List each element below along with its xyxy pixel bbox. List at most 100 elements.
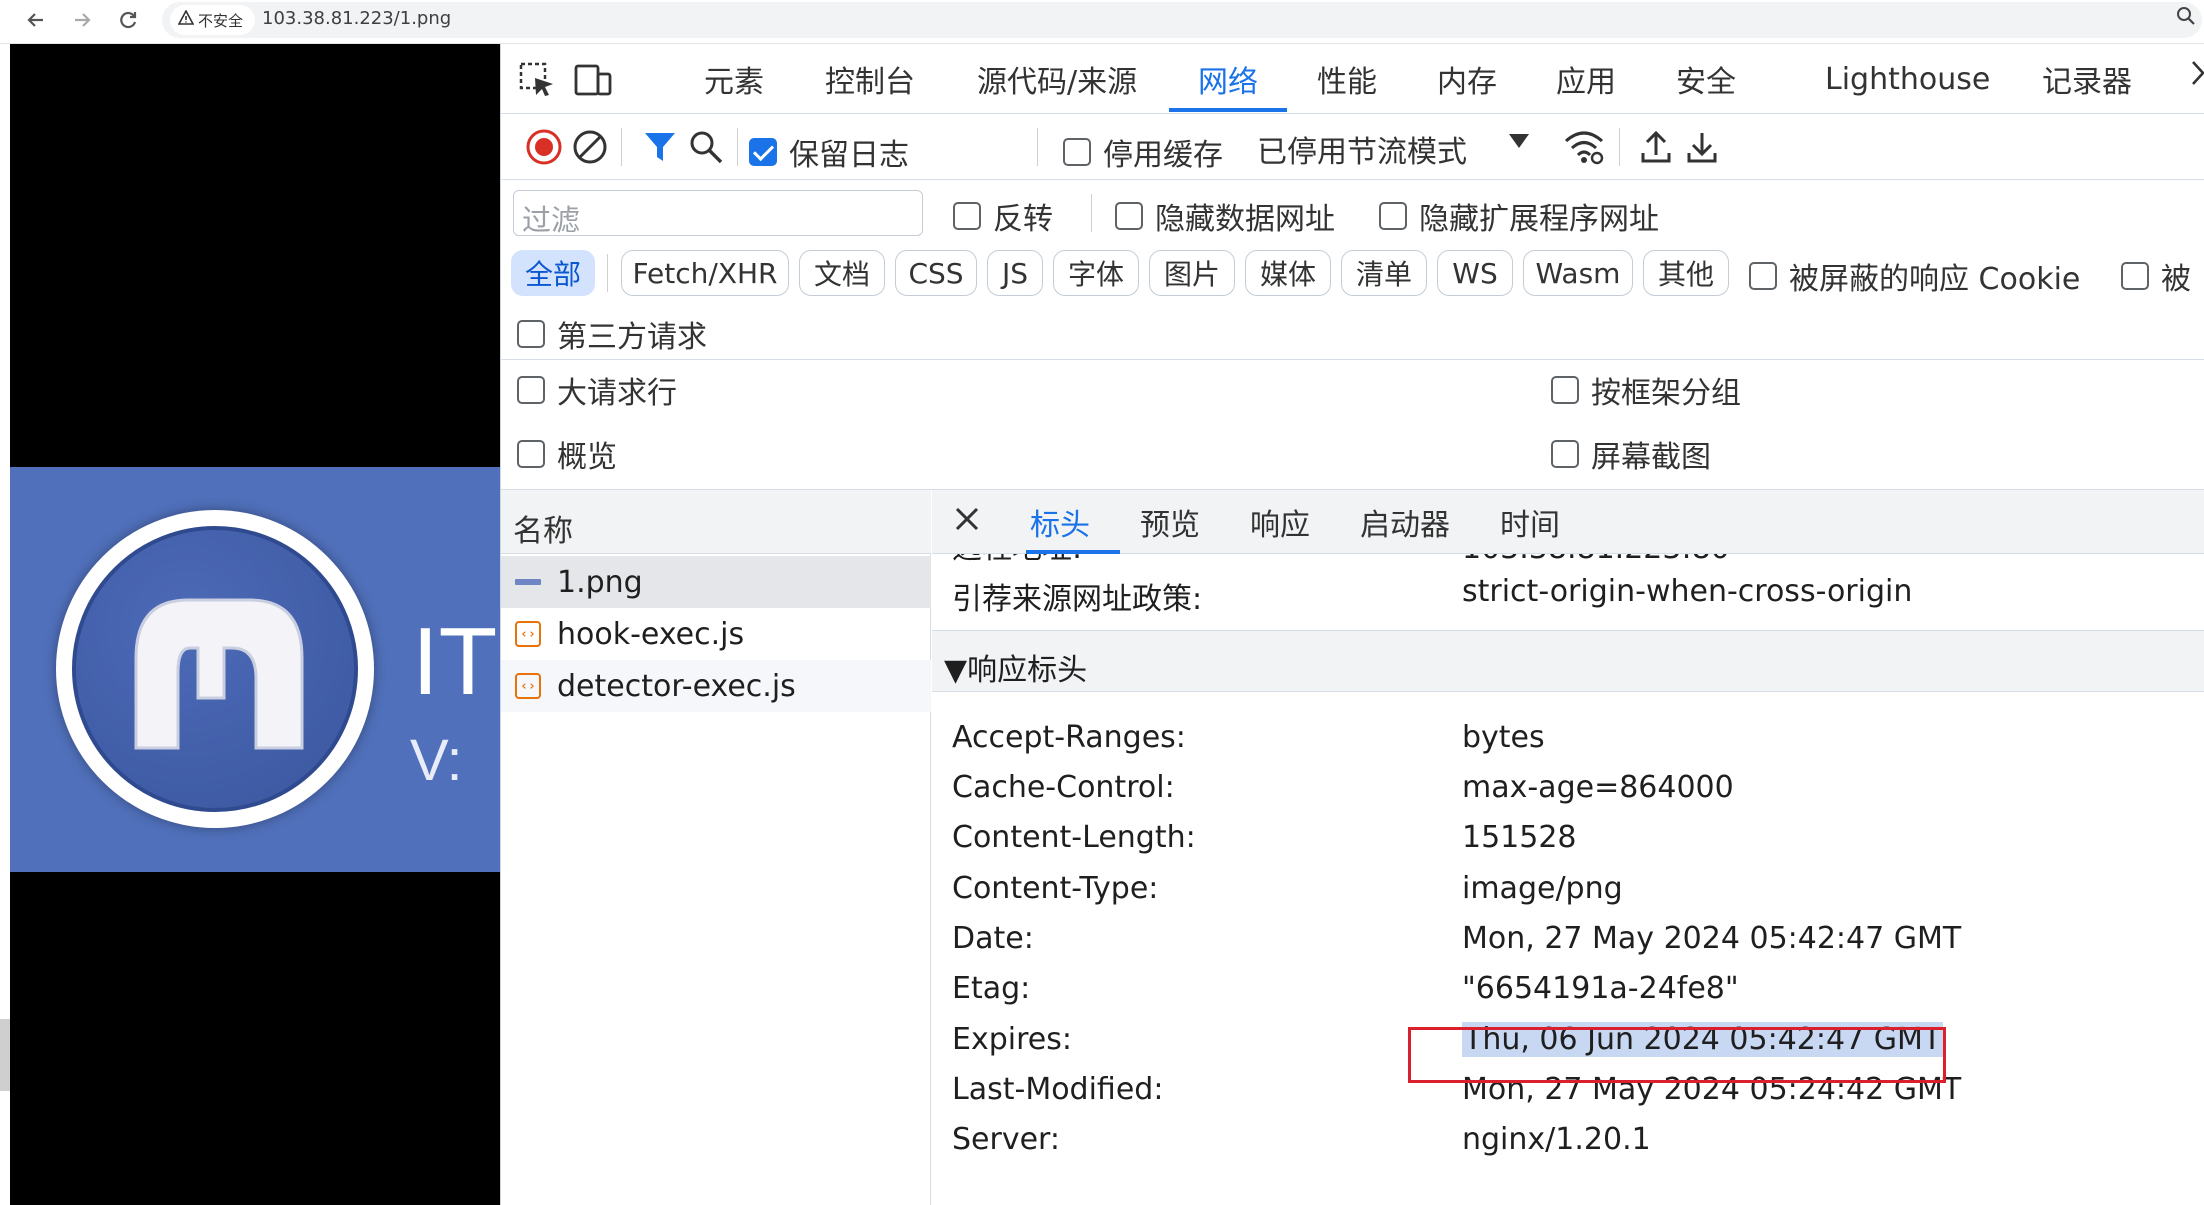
request-name: 1.png	[557, 564, 643, 600]
tab-timing[interactable]: 时间	[1500, 490, 1560, 554]
type-filter-ws[interactable]: WS	[1437, 250, 1513, 296]
preserve-log-checkbox[interactable]: 保留日志	[749, 130, 909, 174]
response-headers-section[interactable]: ▼响应标头	[932, 630, 2204, 692]
checkbox-box[interactable]	[749, 138, 777, 166]
tab-sources[interactable]: 源代码/来源	[977, 44, 1137, 114]
header-value: bytes	[1462, 720, 1545, 755]
header-key: Etag:	[952, 971, 1031, 1006]
type-filter-css[interactable]: CSS	[895, 250, 977, 296]
import-har-icon[interactable]	[1633, 124, 1679, 170]
more-tabs-chevron-icon[interactable]	[2191, 58, 2204, 96]
checkbox-box[interactable]	[1749, 262, 1777, 290]
back-arrow-icon[interactable]	[20, 4, 52, 36]
search-icon[interactable]	[683, 124, 729, 170]
disable-cache-checkbox[interactable]: 停用缓存	[1063, 130, 1223, 174]
hide-extension-urls-checkbox[interactable]: 隐藏扩展程序网址	[1379, 194, 1659, 238]
security-chip[interactable]: 不安全	[170, 5, 256, 35]
third-party-checkbox[interactable]: 第三方请求	[517, 312, 707, 356]
header-key: 引荐来源网址政策:	[952, 582, 1203, 617]
tab-response[interactable]: 响应	[1250, 490, 1310, 554]
request-list: 名称 1.png ‹› hook-exec.js ‹› detector-exe…	[501, 490, 931, 1205]
request-row[interactable]: ‹› detector-exec.js	[501, 660, 931, 712]
tab-elements[interactable]: 元素	[704, 44, 764, 114]
export-har-icon[interactable]	[1679, 124, 1725, 170]
group-by-frame-checkbox[interactable]: 按框架分组	[1551, 368, 1741, 412]
type-filter-manifest[interactable]: 清单	[1341, 250, 1427, 296]
type-filter-fetch-xhr[interactable]: Fetch/XHR	[621, 250, 789, 296]
checkbox-box[interactable]	[517, 440, 545, 468]
big-request-rows-checkbox[interactable]: 大请求行	[517, 368, 677, 412]
clear-icon[interactable]	[567, 124, 613, 170]
blocked-requests-checkbox[interactable]: 被	[2121, 254, 2191, 298]
zoom-icon[interactable]	[2176, 6, 2196, 31]
devtools-tabbar: 元素 控制台 源代码/来源 网络 性能 内存 应用 安全 Lighthouse …	[501, 44, 2204, 114]
tab-network[interactable]: 网络	[1198, 44, 1258, 114]
logo	[56, 510, 374, 828]
hide-data-urls-checkbox[interactable]: 隐藏数据网址	[1115, 194, 1335, 238]
tab-headers[interactable]: 标头	[1030, 490, 1090, 554]
tab-application[interactable]: 应用	[1556, 44, 1616, 114]
tab-memory[interactable]: 内存	[1437, 44, 1497, 114]
group-by-frame-label: 按框架分组	[1591, 376, 1741, 411]
checkbox-box[interactable]	[1551, 440, 1579, 468]
disable-cache-label: 停用缓存	[1103, 138, 1223, 173]
screenshots-checkbox[interactable]: 屏幕截图	[1551, 432, 1711, 476]
tab-initiator[interactable]: 启动器	[1360, 490, 1450, 554]
type-filter-all[interactable]: 全部	[511, 250, 595, 296]
type-filter-other[interactable]: 其他	[1643, 250, 1729, 296]
reload-icon[interactable]	[112, 4, 144, 36]
invert-checkbox[interactable]: 反转	[953, 194, 1053, 238]
url-text[interactable]: 103.38.81.223/1.png	[262, 8, 451, 29]
image-banner: IT V:	[10, 467, 500, 872]
header-key: Content-Length:	[952, 820, 1196, 855]
checkbox-box[interactable]	[517, 320, 545, 348]
type-filter-document[interactable]: 文档	[799, 250, 885, 296]
dropdown-arrow-icon[interactable]	[1509, 134, 1529, 148]
blocked-cookies-checkbox[interactable]: 被屏蔽的响应 Cookie	[1749, 254, 2080, 298]
request-row[interactable]: ‹› hook-exec.js	[501, 608, 931, 660]
close-icon[interactable]	[952, 504, 982, 542]
network-conditions-icon[interactable]	[1561, 124, 1607, 170]
browser-toolbar: 不安全 103.38.81.223/1.png	[0, 0, 2204, 44]
checkbox-box[interactable]	[2121, 262, 2149, 290]
checkbox-box[interactable]	[1063, 138, 1091, 166]
record-stop-icon[interactable]	[521, 124, 567, 170]
name-column-header[interactable]: 名称	[501, 490, 931, 554]
checkbox-box[interactable]	[1379, 202, 1407, 230]
tab-security[interactable]: 安全	[1676, 44, 1736, 114]
checkbox-box[interactable]	[1115, 202, 1143, 230]
request-row[interactable]: 1.png	[501, 556, 931, 608]
tab-performance[interactable]: 性能	[1317, 44, 1377, 114]
request-name: detector-exec.js	[557, 668, 796, 704]
forward-arrow-icon[interactable]	[66, 4, 98, 36]
header-value: image/png	[1462, 871, 1623, 906]
header-value: 151528	[1462, 820, 1577, 855]
network-split-view: 名称 1.png ‹› hook-exec.js ‹› detector-exe…	[501, 490, 2204, 1205]
type-filter-image[interactable]: 图片	[1149, 250, 1235, 296]
type-filter-font[interactable]: 字体	[1053, 250, 1139, 296]
tab-recorder[interactable]: 记录器	[2042, 44, 2132, 114]
type-filter-media[interactable]: 媒体	[1245, 250, 1331, 296]
overview-checkbox[interactable]: 概览	[517, 432, 617, 476]
inspect-element-icon[interactable]	[515, 58, 559, 102]
checkbox-box[interactable]	[1551, 376, 1579, 404]
tab-preview[interactable]: 预览	[1140, 490, 1200, 554]
tab-lighthouse[interactable]: Lighthouse	[1825, 44, 1990, 114]
annotation-highlight-box	[1408, 1027, 1946, 1083]
logo-glyph	[134, 598, 304, 750]
throttling-select[interactable]: 已停用节流模式	[1257, 127, 1467, 171]
remote-address-value: 103.38.81.223:80	[1462, 554, 2062, 568]
overview-label: 概览	[557, 440, 617, 475]
checkbox-box[interactable]	[517, 376, 545, 404]
type-filter-wasm[interactable]: Wasm	[1523, 250, 1633, 296]
filter-input[interactable]: 过滤	[513, 190, 923, 237]
page-scrollbar[interactable]	[0, 1019, 10, 1091]
tab-console[interactable]: 控制台	[825, 44, 915, 114]
page-viewport: IT V:	[0, 44, 500, 1205]
security-label: 不安全	[198, 11, 244, 30]
checkbox-box[interactable]	[953, 202, 981, 230]
filter-funnel-icon[interactable]	[637, 124, 683, 170]
type-filter-js[interactable]: JS	[987, 250, 1043, 296]
address-bar[interactable]: 不安全 103.38.81.223/1.png	[162, 2, 2202, 38]
device-toolbar-icon[interactable]	[571, 58, 615, 102]
